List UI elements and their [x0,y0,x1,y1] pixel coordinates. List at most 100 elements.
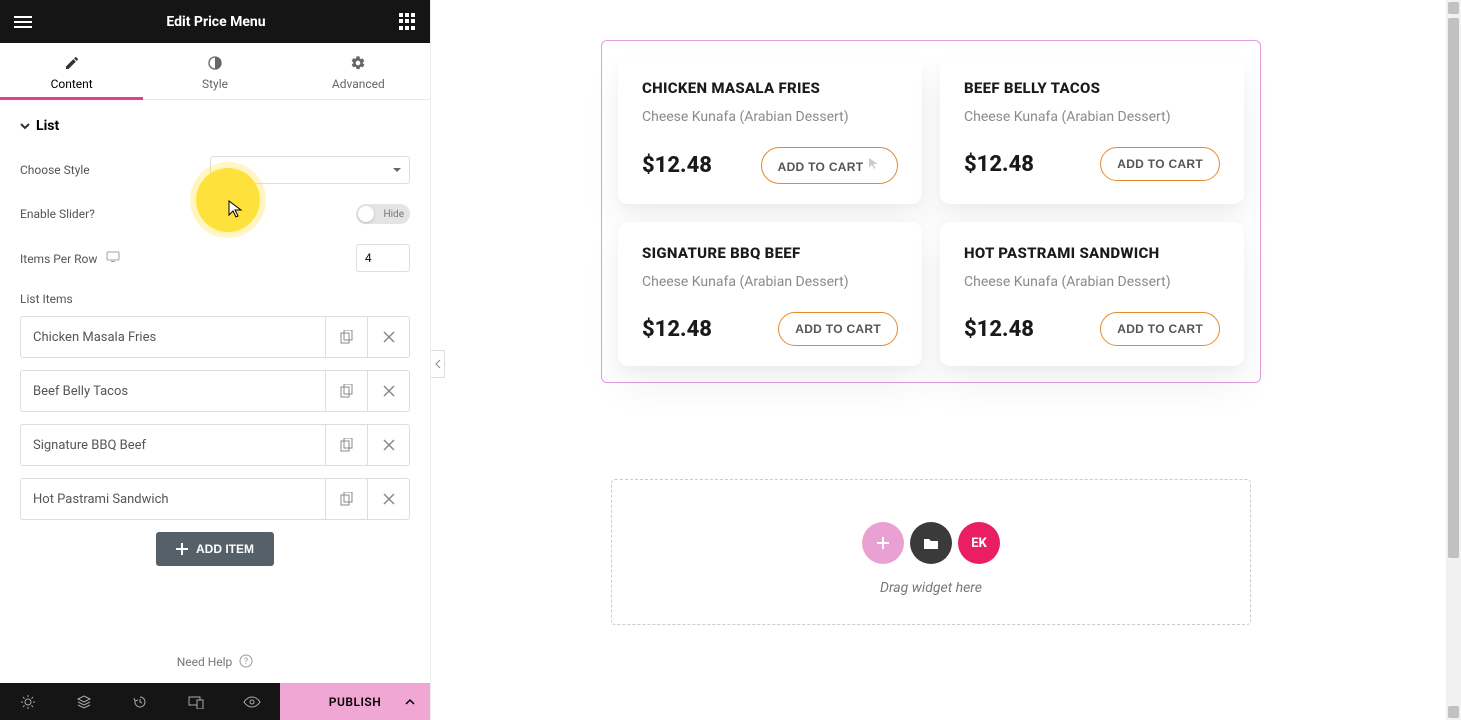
page-title: Edit Price Menu [34,14,398,30]
panel-tabs: Content Style Advanced [0,43,430,100]
add-to-cart-button[interactable]: ADD TO CART [778,312,898,346]
devices-icon [188,695,204,709]
plus-icon [875,535,891,551]
copy-icon [340,330,354,344]
list-item-name[interactable]: Signature BBQ Beef [21,425,325,465]
remove-button[interactable] [367,371,409,411]
chevron-up-icon [404,696,416,708]
label-enable-slider: Enable Slider? [20,207,95,221]
row-choose-style: Choose Style [20,156,410,184]
card-price: $12.48 [642,153,712,178]
card-title: BEEF BELLY TACOS [964,79,1220,97]
row-enable-slider: Enable Slider? Hide [20,204,410,224]
row-items-per-row: Items Per Row [20,244,410,272]
scroll-down-button[interactable] [1448,706,1459,718]
preview-button[interactable] [224,683,280,720]
chevron-left-icon [435,359,441,369]
layers-icon [76,694,92,710]
history-button[interactable] [112,683,168,720]
select-choose-style[interactable] [210,156,410,184]
need-help-link[interactable]: Need Help ? [0,640,430,683]
list-item-name[interactable]: Beef Belly Tacos [21,371,325,411]
folder-icon [923,536,939,550]
list-item: Chicken Masala Fries [20,316,410,358]
input-items-per-row[interactable] [356,244,410,272]
settings-button[interactable] [0,683,56,720]
sidebar-header: Edit Price Menu [0,0,430,43]
list-item: Hot Pastrami Sandwich [20,478,410,520]
remove-button[interactable] [367,425,409,465]
pencil-icon [64,55,80,71]
copy-icon [340,384,354,398]
close-icon [383,385,395,397]
label-choose-style: Choose Style [20,163,90,177]
menu-card: BEEF BELLY TACOS Cheese Kunafa (Arabian … [940,57,1244,204]
tab-content[interactable]: Content [0,43,143,99]
close-icon [383,493,395,505]
card-desc: Cheese Kunafa (Arabian Dessert) [964,274,1220,290]
card-desc: Cheese Kunafa (Arabian Dessert) [964,109,1220,125]
gear-icon [350,55,366,71]
list-item-name[interactable]: Hot Pastrami Sandwich [21,479,325,519]
add-to-cart-button[interactable]: ADD TO CART [1100,147,1220,181]
add-item-button[interactable]: ADD ITEM [156,532,274,566]
grid-icon[interactable] [398,13,416,31]
card-desc: Cheese Kunafa (Arabian Dessert) [642,274,898,290]
label-items-per-row: Items Per Row [20,251,120,266]
gear-icon [20,694,36,710]
svg-text:?: ? [244,657,248,667]
card-price: $12.48 [642,317,712,342]
responsive-button[interactable] [168,683,224,720]
history-icon [132,694,148,710]
card-price: $12.48 [964,317,1034,342]
list-item-name[interactable]: Chicken Masala Fries [21,317,325,357]
scrollbar[interactable] [1446,0,1461,720]
tab-style[interactable]: Style [143,43,286,99]
preview-canvas: CHICKEN MASALA FRIES Cheese Kunafa (Arab… [431,0,1461,720]
copy-icon [340,438,354,452]
price-menu-widget[interactable]: CHICKEN MASALA FRIES Cheese Kunafa (Arab… [601,40,1261,383]
add-to-cart-button[interactable]: ADD TO CART [1100,312,1220,346]
cursor-small-icon [867,157,881,171]
collapse-sidebar-button[interactable] [431,350,445,378]
duplicate-button[interactable] [325,425,367,465]
list-item: Beef Belly Tacos [20,370,410,412]
scroll-up-button[interactable] [1448,2,1459,14]
menu-card: HOT PASTRAMI SANDWICH Cheese Kunafa (Ara… [940,222,1244,366]
list-item: Signature BBQ Beef [20,424,410,466]
help-icon: ? [239,654,253,668]
remove-button[interactable] [367,479,409,519]
menu-card: SIGNATURE BBQ BEEF Cheese Kunafa (Arabia… [618,222,922,366]
card-price: $12.48 [964,152,1034,177]
desktop-icon[interactable] [106,251,120,263]
close-icon [383,331,395,343]
ekit-button[interactable]: EK [958,522,1000,564]
add-section-button[interactable] [862,522,904,564]
sidebar-footer: PUBLISH [0,683,430,720]
section-toggle-list[interactable]: List [20,118,410,134]
toggle-enable-slider[interactable]: Hide [356,204,410,224]
widget-dropzone[interactable]: EK Drag widget here [611,479,1251,625]
add-to-cart-button[interactable]: ADD TO CART [761,147,898,184]
editor-sidebar: Edit Price Menu Content Style Advanced L… [0,0,431,720]
publish-button[interactable]: PUBLISH [280,683,430,720]
hamburger-icon[interactable] [14,12,34,32]
controls-panel: List Choose Style Enable Slider? Hide It… [0,100,430,640]
tab-advanced[interactable]: Advanced [287,43,430,99]
card-title: HOT PASTRAMI SANDWICH [964,244,1220,262]
plus-icon [176,543,188,555]
duplicate-button[interactable] [325,317,367,357]
card-title: SIGNATURE BBQ BEEF [642,244,898,262]
duplicate-button[interactable] [325,371,367,411]
navigator-button[interactable] [56,683,112,720]
contrast-icon [207,55,223,71]
scroll-thumb[interactable] [1448,18,1459,558]
label-list-items: List Items [20,292,410,306]
remove-button[interactable] [367,317,409,357]
duplicate-button[interactable] [325,479,367,519]
add-template-button[interactable] [910,522,952,564]
chevron-down-icon [20,121,30,131]
close-icon [383,439,395,451]
card-title: CHICKEN MASALA FRIES [642,79,898,97]
dropzone-text: Drag widget here [612,580,1250,596]
